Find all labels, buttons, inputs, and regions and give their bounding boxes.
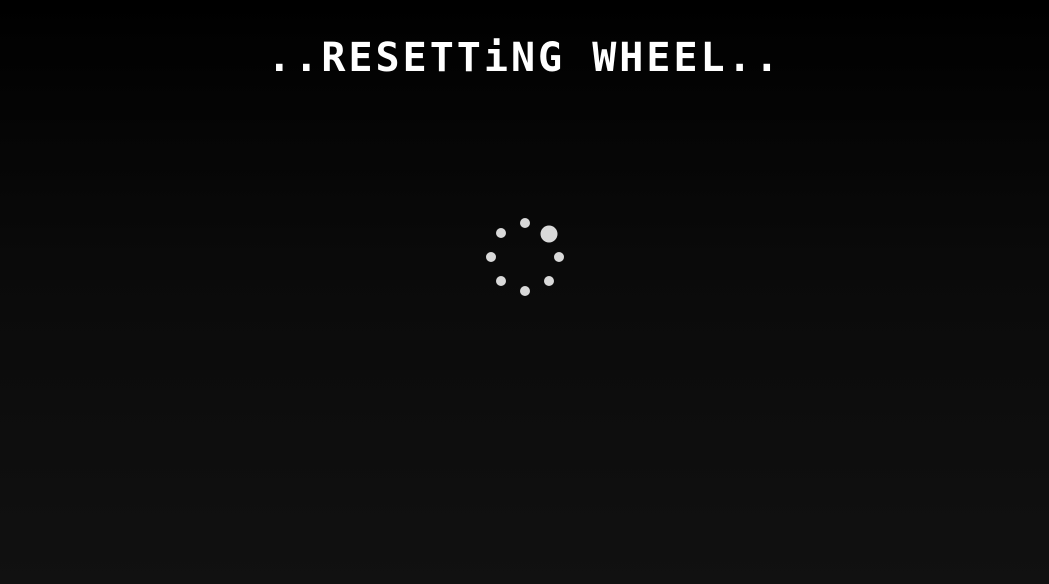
spinner-dot xyxy=(496,276,506,286)
spinner-dot xyxy=(520,218,530,228)
spinner-dot xyxy=(496,228,506,238)
loading-spinner-icon xyxy=(486,218,564,296)
spinner-dot-active xyxy=(540,225,558,243)
spinner-dot xyxy=(554,252,564,262)
spinner-dot xyxy=(486,252,496,262)
spinner-dot xyxy=(520,286,530,296)
spinner-dot xyxy=(544,276,554,286)
